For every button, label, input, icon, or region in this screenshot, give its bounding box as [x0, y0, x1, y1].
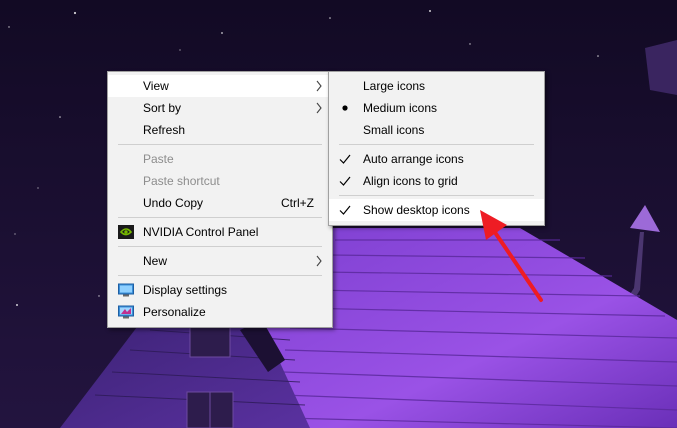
menu-item-nvidia-control-panel[interactable]: NVIDIA Control Panel: [108, 221, 332, 243]
menu-item-view[interactable]: View: [108, 75, 332, 97]
checkmark-icon: [339, 205, 351, 215]
submenu-item-small-icons[interactable]: Small icons: [329, 119, 544, 141]
menu-item-label: Small icons: [363, 123, 425, 137]
menu-item-display-settings[interactable]: Display settings: [108, 279, 332, 301]
menu-item-label: Paste shortcut: [143, 174, 220, 188]
menu-item-label: Show desktop icons: [363, 203, 470, 217]
submenu-item-auto-arrange-icons[interactable]: Auto arrange icons: [329, 148, 544, 170]
menu-item-label: Refresh: [143, 123, 186, 137]
bullet-icon: [342, 105, 348, 111]
menu-item-undo-copy[interactable]: Undo Copy Ctrl+Z: [108, 192, 332, 214]
menu-item-label: Align icons to grid: [363, 174, 458, 188]
submenu-item-show-desktop-icons[interactable]: Show desktop icons: [329, 199, 544, 221]
personalize-icon: [118, 305, 134, 319]
view-submenu: Large icons Medium icons Small icons Aut…: [328, 71, 545, 226]
chevron-right-icon: [316, 255, 322, 267]
chevron-right-icon: [316, 102, 322, 114]
menu-separator: [339, 195, 534, 196]
submenu-item-large-icons[interactable]: Large icons: [329, 75, 544, 97]
menu-separator: [339, 144, 534, 145]
menu-item-paste-shortcut[interactable]: Paste shortcut: [108, 170, 332, 192]
menu-item-paste[interactable]: Paste: [108, 148, 332, 170]
menu-separator: [118, 217, 322, 218]
menu-item-personalize[interactable]: Personalize: [108, 301, 332, 323]
desktop-context-menu: View Sort by Refresh Paste Paste shortcu…: [107, 71, 333, 328]
menu-item-shortcut: Ctrl+Z: [281, 196, 314, 210]
submenu-item-align-icons-to-grid[interactable]: Align icons to grid: [329, 170, 544, 192]
menu-item-label: Auto arrange icons: [363, 152, 464, 166]
menu-separator: [118, 144, 322, 145]
menu-item-sort-by[interactable]: Sort by: [108, 97, 332, 119]
display-settings-icon: [118, 283, 134, 297]
menu-item-label: New: [143, 254, 168, 268]
menu-separator: [118, 275, 322, 276]
checkmark-icon: [339, 176, 351, 186]
menu-item-label: Large icons: [363, 79, 426, 93]
nvidia-icon: [118, 225, 134, 239]
menu-item-new[interactable]: New: [108, 250, 332, 272]
menu-item-label: Paste: [143, 152, 174, 166]
menu-item-label: Undo Copy: [143, 196, 204, 210]
menu-item-label: Medium icons: [363, 101, 438, 115]
menu-separator: [118, 246, 322, 247]
submenu-item-medium-icons[interactable]: Medium icons: [329, 97, 544, 119]
checkmark-icon: [339, 154, 351, 164]
menu-item-refresh[interactable]: Refresh: [108, 119, 332, 141]
menu-item-label: Sort by: [143, 101, 182, 115]
menu-item-label: NVIDIA Control Panel: [143, 225, 259, 239]
menu-item-label: Personalize: [143, 305, 206, 319]
chevron-right-icon: [316, 80, 322, 92]
menu-item-label: View: [143, 79, 169, 93]
menu-item-label: Display settings: [143, 283, 228, 297]
